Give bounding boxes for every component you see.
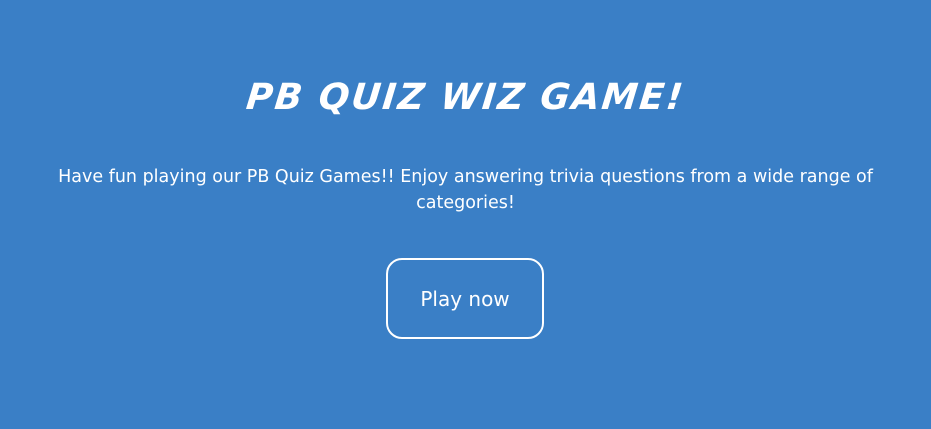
play-now-button[interactable]: Play now [386,258,544,339]
page-title: PB QUIZ WIZ GAME! [244,77,687,118]
landing-page: PB QUIZ WIZ GAME! Have fun playing our P… [0,0,931,429]
intro-text: Have fun playing our PB Quiz Games!! Enj… [58,167,873,213]
